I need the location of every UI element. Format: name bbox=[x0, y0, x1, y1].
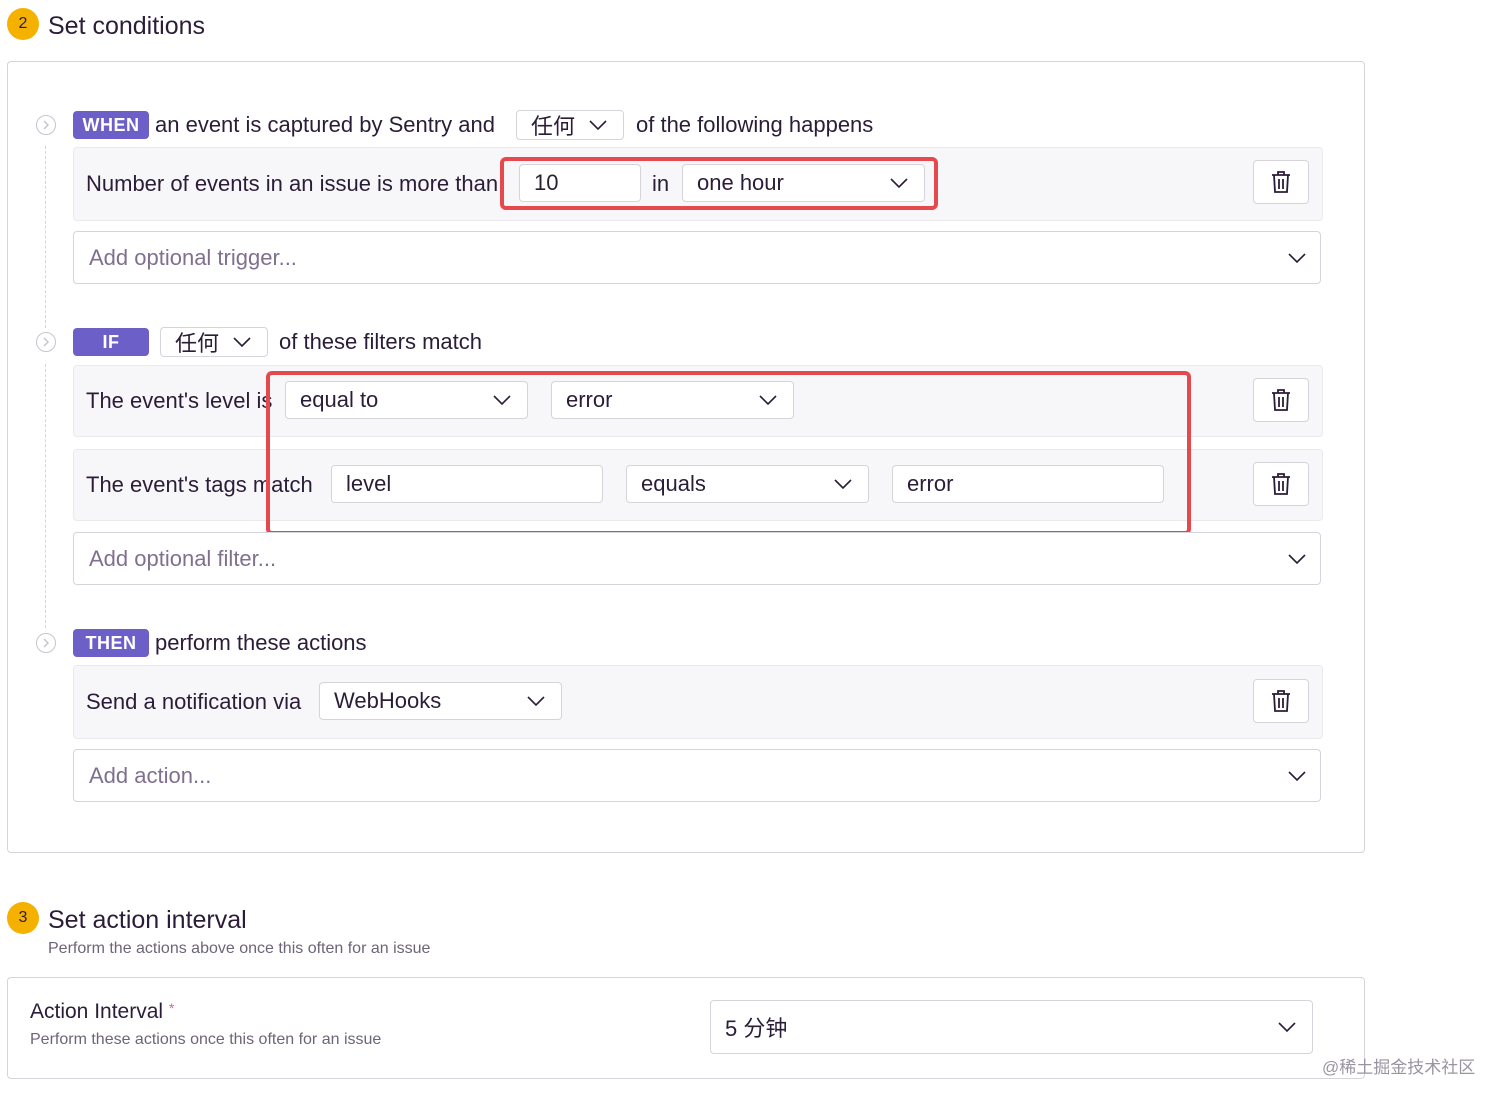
interval-label: Action Interval bbox=[30, 1000, 164, 1023]
filter-level-label: The event's level is bbox=[86, 388, 273, 413]
connector-line bbox=[45, 146, 46, 328]
delete-filter-button[interactable] bbox=[1253, 462, 1309, 506]
if-match-select[interactable]: 任何 bbox=[160, 327, 268, 357]
action-label: Send a notification via bbox=[86, 689, 302, 714]
add-action-select[interactable]: Add action... bbox=[73, 749, 1321, 802]
add-filter-placeholder: Add optional filter... bbox=[89, 545, 277, 571]
add-trigger-placeholder: Add optional trigger... bbox=[89, 244, 297, 270]
trash-icon bbox=[1272, 389, 1290, 411]
chevron-down-icon bbox=[1288, 770, 1306, 781]
section-title-set-conditions: Set conditions bbox=[48, 12, 206, 40]
add-filter-select[interactable]: Add optional filter... bbox=[73, 532, 1321, 585]
when-prefix-text: an event is captured by Sentry and bbox=[155, 112, 495, 137]
then-suffix-text: perform these actions bbox=[155, 630, 367, 655]
required-mark: * bbox=[168, 1000, 175, 1016]
delete-filter-button[interactable] bbox=[1253, 378, 1309, 422]
connector-line bbox=[45, 364, 46, 628]
notification-service-value: WebHooks bbox=[334, 688, 442, 713]
action-interval-select[interactable]: 5 分钟 bbox=[710, 1000, 1313, 1054]
collapse-toggle-icon[interactable] bbox=[36, 115, 56, 135]
highlight-box bbox=[500, 157, 938, 210]
chevron-down-icon bbox=[1288, 553, 1306, 564]
notification-service-select[interactable]: WebHooks bbox=[319, 682, 562, 720]
trash-icon bbox=[1272, 171, 1290, 193]
chevron-down-icon bbox=[1288, 252, 1306, 263]
trash-icon bbox=[1272, 473, 1290, 495]
chevron-down-icon bbox=[527, 696, 545, 706]
condition-label: Number of events in an issue is more tha… bbox=[86, 171, 499, 196]
when-suffix-text: of the following happens bbox=[636, 112, 874, 137]
step-number: 3 bbox=[18, 909, 28, 926]
if-tag: IF bbox=[73, 328, 149, 356]
if-suffix-text: of these filters match bbox=[279, 329, 482, 354]
highlight-box bbox=[266, 371, 1191, 535]
when-tag: WHEN bbox=[73, 111, 149, 139]
when-match-select[interactable]: 任何 bbox=[516, 110, 624, 140]
then-tag: THEN bbox=[73, 629, 149, 657]
collapse-toggle-icon[interactable] bbox=[36, 332, 56, 352]
step-number-badge: 3 bbox=[7, 902, 39, 934]
add-trigger-select[interactable]: Add optional trigger... bbox=[73, 231, 1321, 284]
chevron-down-icon bbox=[589, 120, 607, 130]
step-number: 2 bbox=[18, 15, 28, 32]
watermark: @稀土掘金技术社区 bbox=[1322, 1058, 1476, 1077]
action-interval-value: 5 分钟 bbox=[725, 1016, 788, 1041]
chevron-down-icon bbox=[1278, 1022, 1296, 1032]
trash-icon bbox=[1272, 690, 1290, 712]
add-action-placeholder: Add action... bbox=[89, 762, 212, 788]
when-match-value: 任何 bbox=[531, 114, 576, 139]
section-subtitle: Perform the actions above once this ofte… bbox=[48, 940, 431, 957]
step-number-badge: 2 bbox=[7, 8, 39, 40]
interval-help-text: Perform these actions once this often fo… bbox=[30, 1031, 382, 1048]
interval-label-group: Action Interval * bbox=[30, 1000, 174, 1024]
if-match-value: 任何 bbox=[175, 331, 220, 356]
collapse-toggle-icon[interactable] bbox=[36, 633, 56, 653]
delete-condition-button[interactable] bbox=[1253, 160, 1309, 204]
delete-action-button[interactable] bbox=[1253, 679, 1309, 723]
section-title-action-interval: Set action interval bbox=[48, 906, 247, 934]
chevron-down-icon bbox=[233, 337, 251, 347]
